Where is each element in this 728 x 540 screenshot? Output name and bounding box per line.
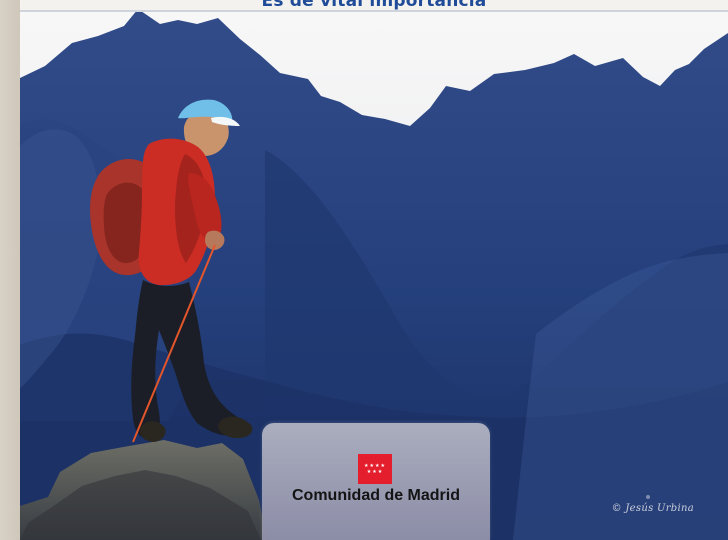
photo-page: ★★★★ ★★★ Comunidad de Madrid © Jesús Urbi… — [20, 0, 728, 540]
header-text: Es de vital importancia — [261, 0, 487, 11]
page-gutter — [0, 0, 20, 540]
logo-name: Comunidad de Madrid — [292, 487, 460, 504]
copyright-mark-dot — [646, 495, 650, 499]
photo-copyright: © Jesús Urbina — [611, 503, 694, 514]
top-header-band: Es de vital importancia — [20, 0, 728, 12]
logo-panel: ★★★★ ★★★ Comunidad de Madrid — [262, 423, 490, 540]
madrid-flag-logo: ★★★★ ★★★ — [358, 454, 392, 484]
